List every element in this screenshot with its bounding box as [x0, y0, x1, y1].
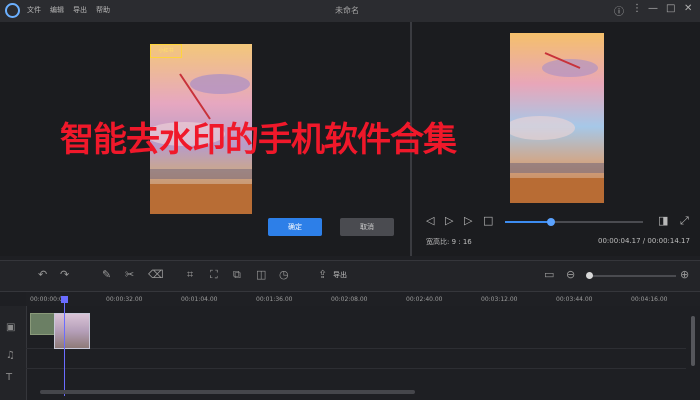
ruler-tick-label: 00:00:32.00: [106, 296, 143, 303]
menu-file[interactable]: 文件: [27, 5, 41, 15]
zoom-slider[interactable]: [590, 275, 676, 277]
video-clip[interactable]: [30, 313, 56, 335]
crop-icon[interactable]: ⌗: [187, 268, 193, 282]
confirm-button[interactable]: 确定: [268, 218, 322, 236]
ruler-tick-label: 00:03:12.00: [481, 296, 518, 303]
video-track-icon: ▣: [6, 322, 16, 333]
play-icon[interactable]: ▷: [445, 214, 453, 227]
text-track-icon: T: [6, 372, 13, 383]
vertical-scrollbar[interactable]: [691, 316, 695, 366]
horizontal-scrollbar[interactable]: [40, 390, 415, 394]
track-divider: [26, 368, 686, 369]
output-video-frame: [510, 33, 604, 203]
more-options-icon[interactable]: ⋮: [632, 3, 642, 14]
previous-frame-icon[interactable]: ◁: [426, 214, 434, 227]
zoom-in-icon[interactable]: ⊕: [680, 268, 689, 281]
minimize-button[interactable]: —: [648, 3, 658, 14]
zoom-slider-handle[interactable]: [586, 272, 593, 279]
speed-icon[interactable]: ◷: [279, 268, 289, 281]
maximize-button[interactable]: □: [666, 3, 675, 14]
delete-icon[interactable]: ⌫: [148, 268, 164, 281]
export-icon[interactable]: ⇪: [318, 268, 327, 281]
timecode-readout: 00:00:04.17 / 00:00:14.17: [598, 237, 690, 245]
menu-export[interactable]: 导出: [73, 5, 87, 15]
ruler-tick-label: 00:03:44.00: [556, 296, 593, 303]
video-clip[interactable]: [54, 313, 90, 349]
stop-icon[interactable]: □: [483, 214, 493, 227]
zoom-out-icon[interactable]: ⊖: [566, 268, 575, 281]
playhead-handle[interactable]: [61, 296, 68, 303]
track-divider: [26, 348, 686, 349]
audio-track-icon: ♫: [6, 350, 15, 361]
seek-handle[interactable]: [547, 218, 555, 226]
ruler-tick-label: 00:02:40.00: [406, 296, 443, 303]
seek-bar-progress: [505, 221, 551, 223]
playhead[interactable]: [64, 296, 65, 396]
menu-edit[interactable]: 编辑: [50, 5, 64, 15]
ruler-tick-label: 00:04:16.00: [631, 296, 668, 303]
edit-icon[interactable]: ✎: [102, 268, 111, 281]
user-icon[interactable]: ⓘ: [614, 3, 624, 18]
split-icon[interactable]: ✂: [125, 268, 134, 281]
export-label[interactable]: 导出: [333, 270, 347, 280]
overlay-caption: 智能去水印的手机软件合集: [60, 120, 457, 160]
snapshot-icon[interactable]: ◫: [256, 268, 266, 281]
aspect-ratio-label[interactable]: 宽高比: 9 : 16: [426, 237, 472, 247]
app-logo-icon: [5, 3, 20, 18]
cancel-button[interactable]: 取消: [340, 218, 394, 236]
undo-icon[interactable]: ↶: [38, 268, 47, 281]
ruler-tick-label: 00:01:04.00: [181, 296, 218, 303]
volume-icon[interactable]: ◨: [658, 214, 668, 227]
mosaic-icon[interactable]: ⧉: [233, 268, 241, 282]
ruler-tick-label: 00:02:08.00: [331, 296, 368, 303]
fit-icon[interactable]: ⛶: [210, 268, 218, 282]
watermark-selection-box[interactable]: 小红书: [150, 44, 182, 58]
window-title: 未命名: [335, 6, 359, 15]
menu-help[interactable]: 帮助: [96, 5, 110, 15]
redo-icon[interactable]: ↷: [60, 268, 69, 281]
fullscreen-icon[interactable]: ⤢: [680, 214, 689, 228]
ruler-tick-label: 00:01:36.00: [256, 296, 293, 303]
fit-timeline-icon[interactable]: ▭: [544, 268, 554, 281]
next-frame-icon[interactable]: ▷: [464, 214, 472, 227]
close-button[interactable]: ✕: [684, 3, 692, 14]
